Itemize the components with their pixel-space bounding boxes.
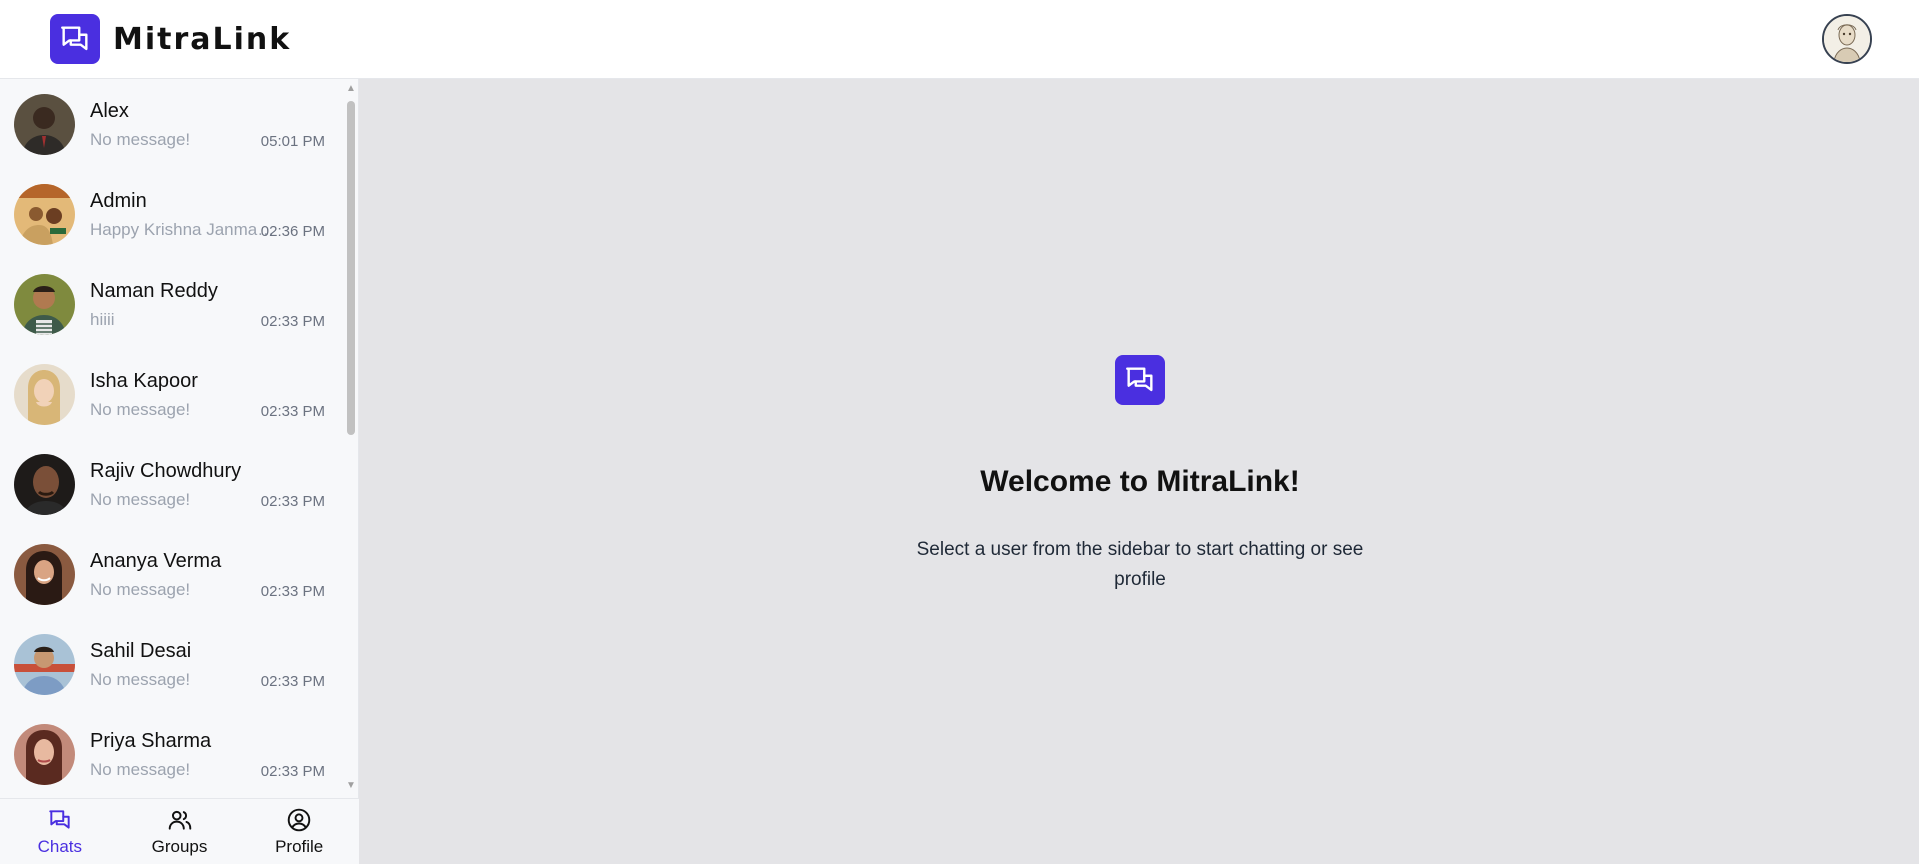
chat-last-message: hiiii	[90, 310, 115, 329]
chat-time: 05:01 PM	[260, 133, 325, 150]
chat-name: Admin	[90, 190, 147, 212]
chat-item-isha-kapoor[interactable]: Isha Kapoor No message! 02:33 PM	[0, 349, 345, 439]
chat-list: Alex No message! 05:01 PM Admin Happy Kr…	[0, 79, 345, 798]
scroll-down-arrow-icon[interactable]: ▼	[345, 780, 357, 792]
chat-item-naman-reddy[interactable]: Naman Reddy hiiii 02:33 PM	[0, 259, 345, 349]
chat-name: Ananya Verma	[90, 550, 222, 572]
chat-time: 02:36 PM	[260, 223, 325, 240]
welcome-title: Welcome to MitraLink!	[980, 465, 1300, 498]
chat-last-message: Happy Krishna Janmashtami	[90, 220, 278, 239]
bottom-nav: Chats Groups Profile	[0, 798, 359, 864]
chat-time: 02:33 PM	[260, 673, 325, 690]
avatar	[14, 454, 75, 515]
users-icon	[168, 810, 191, 830]
avatar	[14, 544, 75, 605]
chat-time: 02:33 PM	[260, 313, 325, 330]
chat-last-message: No message!	[90, 760, 191, 779]
chat-bubbles-icon	[50, 14, 100, 64]
tab-label: Groups	[151, 837, 208, 856]
chat-time: 02:33 PM	[260, 583, 325, 600]
chat-item-alex[interactable]: Alex No message! 05:01 PM	[0, 79, 345, 169]
scroll-up-arrow-icon[interactable]: ▲	[345, 83, 357, 95]
avatar	[14, 364, 75, 425]
chat-item-priya-sharma[interactable]: Priya Sharma No message! 02:33 PM	[0, 709, 345, 798]
chat-time: 02:33 PM	[260, 493, 325, 510]
chat-time: 02:33 PM	[260, 403, 325, 420]
chat-time: 02:33 PM	[260, 763, 325, 780]
chat-bubbles-icon	[49, 810, 70, 829]
chat-item-admin[interactable]: Admin Happy Krishna Janmashtami 02:36 PM	[0, 169, 345, 259]
tab-profile[interactable]: Profile	[239, 799, 359, 865]
main-panel: Welcome to MitraLink! Select a user from…	[359, 79, 1919, 864]
tab-label: Chats	[37, 837, 83, 856]
brand[interactable]: MitraLink	[50, 14, 291, 64]
avatar	[14, 724, 75, 785]
chat-bubbles-icon	[1115, 355, 1165, 405]
chat-name: Isha Kapoor	[90, 370, 198, 392]
app-header: MitraLink	[0, 0, 1919, 79]
scroll-thumb[interactable]	[347, 101, 355, 435]
chat-item-ananya-verma[interactable]: Ananya Verma No message! 02:33 PM	[0, 529, 345, 619]
app-name: MitraLink	[113, 21, 292, 57]
tab-label: Profile	[275, 837, 324, 856]
chat-name: Naman Reddy	[90, 280, 218, 302]
avatar	[14, 274, 75, 335]
chat-name: Alex	[90, 100, 129, 122]
chat-last-message: No message!	[90, 580, 191, 599]
chat-last-message: No message!	[90, 400, 191, 419]
tab-groups[interactable]: Groups	[120, 799, 240, 865]
chat-item-sahil-desai[interactable]: Sahil Desai No message! 02:33 PM	[0, 619, 345, 709]
tab-chats[interactable]: Chats	[0, 799, 120, 865]
user-circle-icon	[287, 808, 311, 832]
chat-item-rajiv-chowdhury[interactable]: Rajiv Chowdhury No message! 02:33 PM	[0, 439, 345, 529]
chat-last-message: No message!	[90, 130, 191, 149]
chat-last-message: No message!	[90, 670, 191, 689]
chat-name: Priya Sharma	[90, 730, 212, 752]
chat-list-scrollbar[interactable]: ▲ ▼	[344, 79, 358, 798]
avatar	[14, 94, 75, 155]
sidebar: Alex No message! 05:01 PM Admin Happy Kr…	[0, 79, 359, 864]
chat-last-message: No message!	[90, 490, 191, 509]
welcome-subtitle: Select a user from the sidebar to start …	[916, 539, 1364, 590]
avatar	[14, 634, 75, 695]
user-avatar[interactable]	[1822, 14, 1872, 64]
avatar	[14, 184, 75, 245]
chat-name: Rajiv Chowdhury	[90, 460, 242, 482]
chat-name: Sahil Desai	[90, 640, 192, 662]
